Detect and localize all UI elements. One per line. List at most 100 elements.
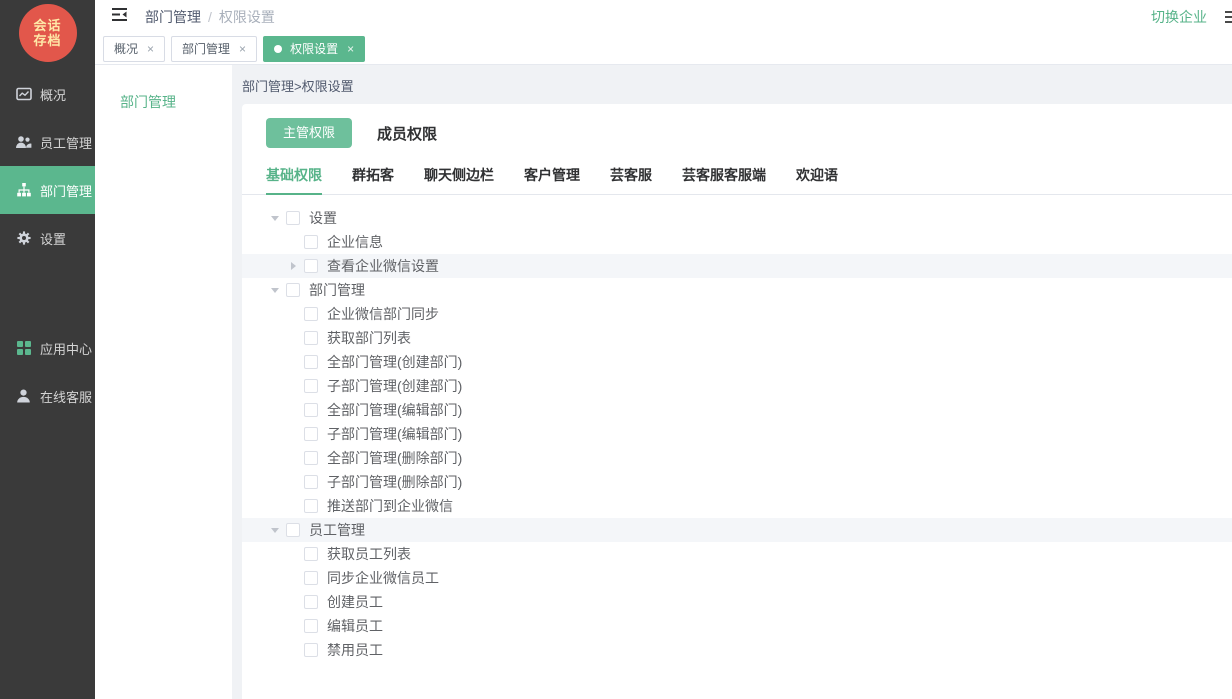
perm-tab-欢迎语[interactable]: 欢迎语 (796, 165, 838, 194)
perm-type-成员权限-link[interactable]: 成员权限 (377, 123, 437, 144)
sidebar-item-settings[interactable]: 设置 (0, 214, 95, 262)
tree-row[interactable]: 企业微信部门同步 (242, 302, 1232, 326)
tree-checkbox[interactable] (304, 499, 318, 513)
tree-node-label[interactable]: 全部门管理(编辑部门) (327, 400, 462, 420)
expand-arrow-down-icon[interactable] (264, 288, 286, 293)
close-tab-icon[interactable]: × (147, 42, 154, 56)
tree-node-label[interactable]: 禁用员工 (327, 640, 383, 660)
tree-node-label[interactable]: 子部门管理(创建部门) (327, 376, 462, 396)
tree-row[interactable]: 部门管理 (242, 278, 1232, 302)
page-tab-权限设置[interactable]: 权限设置× (263, 36, 365, 62)
permission-tabs: 基础权限 群拓客 聊天侧边栏 客户管理 芸客服 芸客服客服端 欢迎语 (242, 165, 1232, 195)
sidebar-item-employees[interactable]: 员工管理 (0, 118, 95, 166)
switch-company-link[interactable]: 切换企业 (1151, 7, 1207, 27)
tree-row[interactable]: 子部门管理(删除部门) (242, 470, 1232, 494)
perm-tab-芸客服[interactable]: 芸客服 (610, 165, 652, 194)
tree-checkbox[interactable] (286, 211, 300, 225)
tree-checkbox[interactable] (304, 547, 318, 561)
tree-checkbox[interactable] (304, 355, 318, 369)
tree-checkbox[interactable] (304, 427, 318, 441)
tree-checkbox[interactable] (304, 379, 318, 393)
tree-row[interactable]: 全部门管理(编辑部门) (242, 398, 1232, 422)
content: 部门管理 部门管理>权限设置 主管权限 成员权限 基础权限 群拓客 聊天侧边栏 客户管理… (95, 65, 1232, 699)
tree-checkbox[interactable] (304, 259, 318, 273)
tree-checkbox[interactable] (304, 475, 318, 489)
expand-arrow-right-icon[interactable] (282, 262, 304, 270)
page-breadcrumb: 部门管理>权限设置 (242, 65, 1232, 104)
tree-node-label[interactable]: 推送部门到企业微信 (327, 496, 453, 516)
tree-node-label[interactable]: 查看企业微信设置 (327, 256, 439, 276)
tree-node-label[interactable]: 子部门管理(删除部门) (327, 472, 462, 492)
tree-node-label[interactable]: 子部门管理(编辑部门) (327, 424, 462, 444)
tree-checkbox[interactable] (304, 307, 318, 321)
tree-checkbox[interactable] (304, 331, 318, 345)
tree-node-label[interactable]: 创建员工 (327, 592, 383, 612)
tree-checkbox[interactable] (304, 619, 318, 633)
tree-row[interactable]: 禁用员工 (242, 638, 1232, 662)
page-tab-部门管理[interactable]: 部门管理× (171, 36, 257, 62)
tree-row[interactable]: 编辑员工 (242, 614, 1232, 638)
org-icon (15, 182, 32, 199)
logo-line2: 存档 (33, 33, 61, 48)
expand-arrow-down-icon[interactable] (264, 528, 286, 533)
sidebar-item-app-center[interactable]: 应用中心 (0, 324, 95, 372)
close-tab-icon[interactable]: × (239, 42, 246, 56)
tree-row[interactable]: 设置 (242, 206, 1232, 230)
user-menu-icon[interactable] (1223, 9, 1232, 25)
tree-row[interactable]: 创建员工 (242, 590, 1232, 614)
perm-tab-芸客服客服端[interactable]: 芸客服客服端 (682, 165, 766, 194)
top-header: 部门管理 / 权限设置 切换企业 (95, 0, 1232, 33)
tree-checkbox[interactable] (304, 235, 318, 249)
sidebar-item-label: 部门管理 (40, 181, 92, 200)
sidebar: 会话 存档 概况员工管理部门管理设置应用中心在线客服 (0, 0, 95, 699)
app-logo: 会话 存档 (19, 4, 77, 62)
tree-node-label[interactable]: 企业信息 (327, 232, 383, 252)
tree-row[interactable]: 子部门管理(编辑部门) (242, 422, 1232, 446)
perm-type-主管权限-button[interactable]: 主管权限 (266, 118, 352, 148)
tree-node-label[interactable]: 部门管理 (309, 280, 365, 300)
sidebar-item-overview[interactable]: 概况 (0, 70, 95, 118)
tree-node-label[interactable]: 全部门管理(创建部门) (327, 352, 462, 372)
tree-node-label[interactable]: 同步企业微信员工 (327, 568, 439, 588)
tree-row[interactable]: 子部门管理(创建部门) (242, 374, 1232, 398)
breadcrumb-parent[interactable]: 部门管理 (145, 7, 201, 27)
tree-node-label[interactable]: 全部门管理(删除部门) (327, 448, 462, 468)
gear-icon (15, 230, 32, 247)
tree-node-label[interactable]: 编辑员工 (327, 616, 383, 636)
tree-checkbox[interactable] (286, 283, 300, 297)
perm-tab-群拓客[interactable]: 群拓客 (352, 165, 394, 194)
tree-row[interactable]: 获取部门列表 (242, 326, 1232, 350)
tree-checkbox[interactable] (304, 595, 318, 609)
tree-row[interactable]: 同步企业微信员工 (242, 566, 1232, 590)
tree-node-label[interactable]: 设置 (309, 208, 337, 228)
secondary-panel-item-departments[interactable]: 部门管理 (95, 92, 232, 112)
tree-row[interactable]: 查看企业微信设置 (242, 254, 1232, 278)
tree-checkbox[interactable] (286, 523, 300, 537)
sidebar-item-departments[interactable]: 部门管理 (0, 166, 95, 214)
perm-tab-基础权限[interactable]: 基础权限 (266, 165, 322, 194)
permissions-card: 主管权限 成员权限 基础权限 群拓客 聊天侧边栏 客户管理 芸客服 芸客服客服端 欢迎语 设置… (242, 104, 1232, 699)
perm-tab-客户管理[interactable]: 客户管理 (524, 165, 580, 194)
tree-checkbox[interactable] (304, 451, 318, 465)
tree-checkbox[interactable] (304, 403, 318, 417)
sidebar-item-online-service[interactable]: 在线客服 (0, 372, 95, 420)
tree-row[interactable]: 全部门管理(删除部门) (242, 446, 1232, 470)
tree-row[interactable]: 获取员工列表 (242, 542, 1232, 566)
close-tab-icon[interactable]: × (347, 42, 354, 56)
tree-row[interactable]: 全部门管理(创建部门) (242, 350, 1232, 374)
expand-arrow-down-icon[interactable] (264, 216, 286, 221)
tree-node-label[interactable]: 员工管理 (309, 520, 365, 540)
tree-checkbox[interactable] (304, 571, 318, 585)
collapse-sidebar-button[interactable] (112, 7, 130, 27)
tree-checkbox[interactable] (304, 643, 318, 657)
tree-node-label[interactable]: 获取部门列表 (327, 328, 411, 348)
page-tab-概况[interactable]: 概况× (103, 36, 165, 62)
sidebar-item-label: 员工管理 (40, 133, 92, 152)
tree-node-label[interactable]: 企业微信部门同步 (327, 304, 439, 324)
tree-row[interactable]: 员工管理 (242, 518, 1232, 542)
tree-row[interactable]: 企业信息 (242, 230, 1232, 254)
tree-row[interactable]: 推送部门到企业微信 (242, 494, 1232, 518)
perm-tab-聊天侧边栏[interactable]: 聊天侧边栏 (424, 165, 494, 194)
secondary-panel: 部门管理 (95, 65, 232, 699)
tree-node-label[interactable]: 获取员工列表 (327, 544, 411, 564)
